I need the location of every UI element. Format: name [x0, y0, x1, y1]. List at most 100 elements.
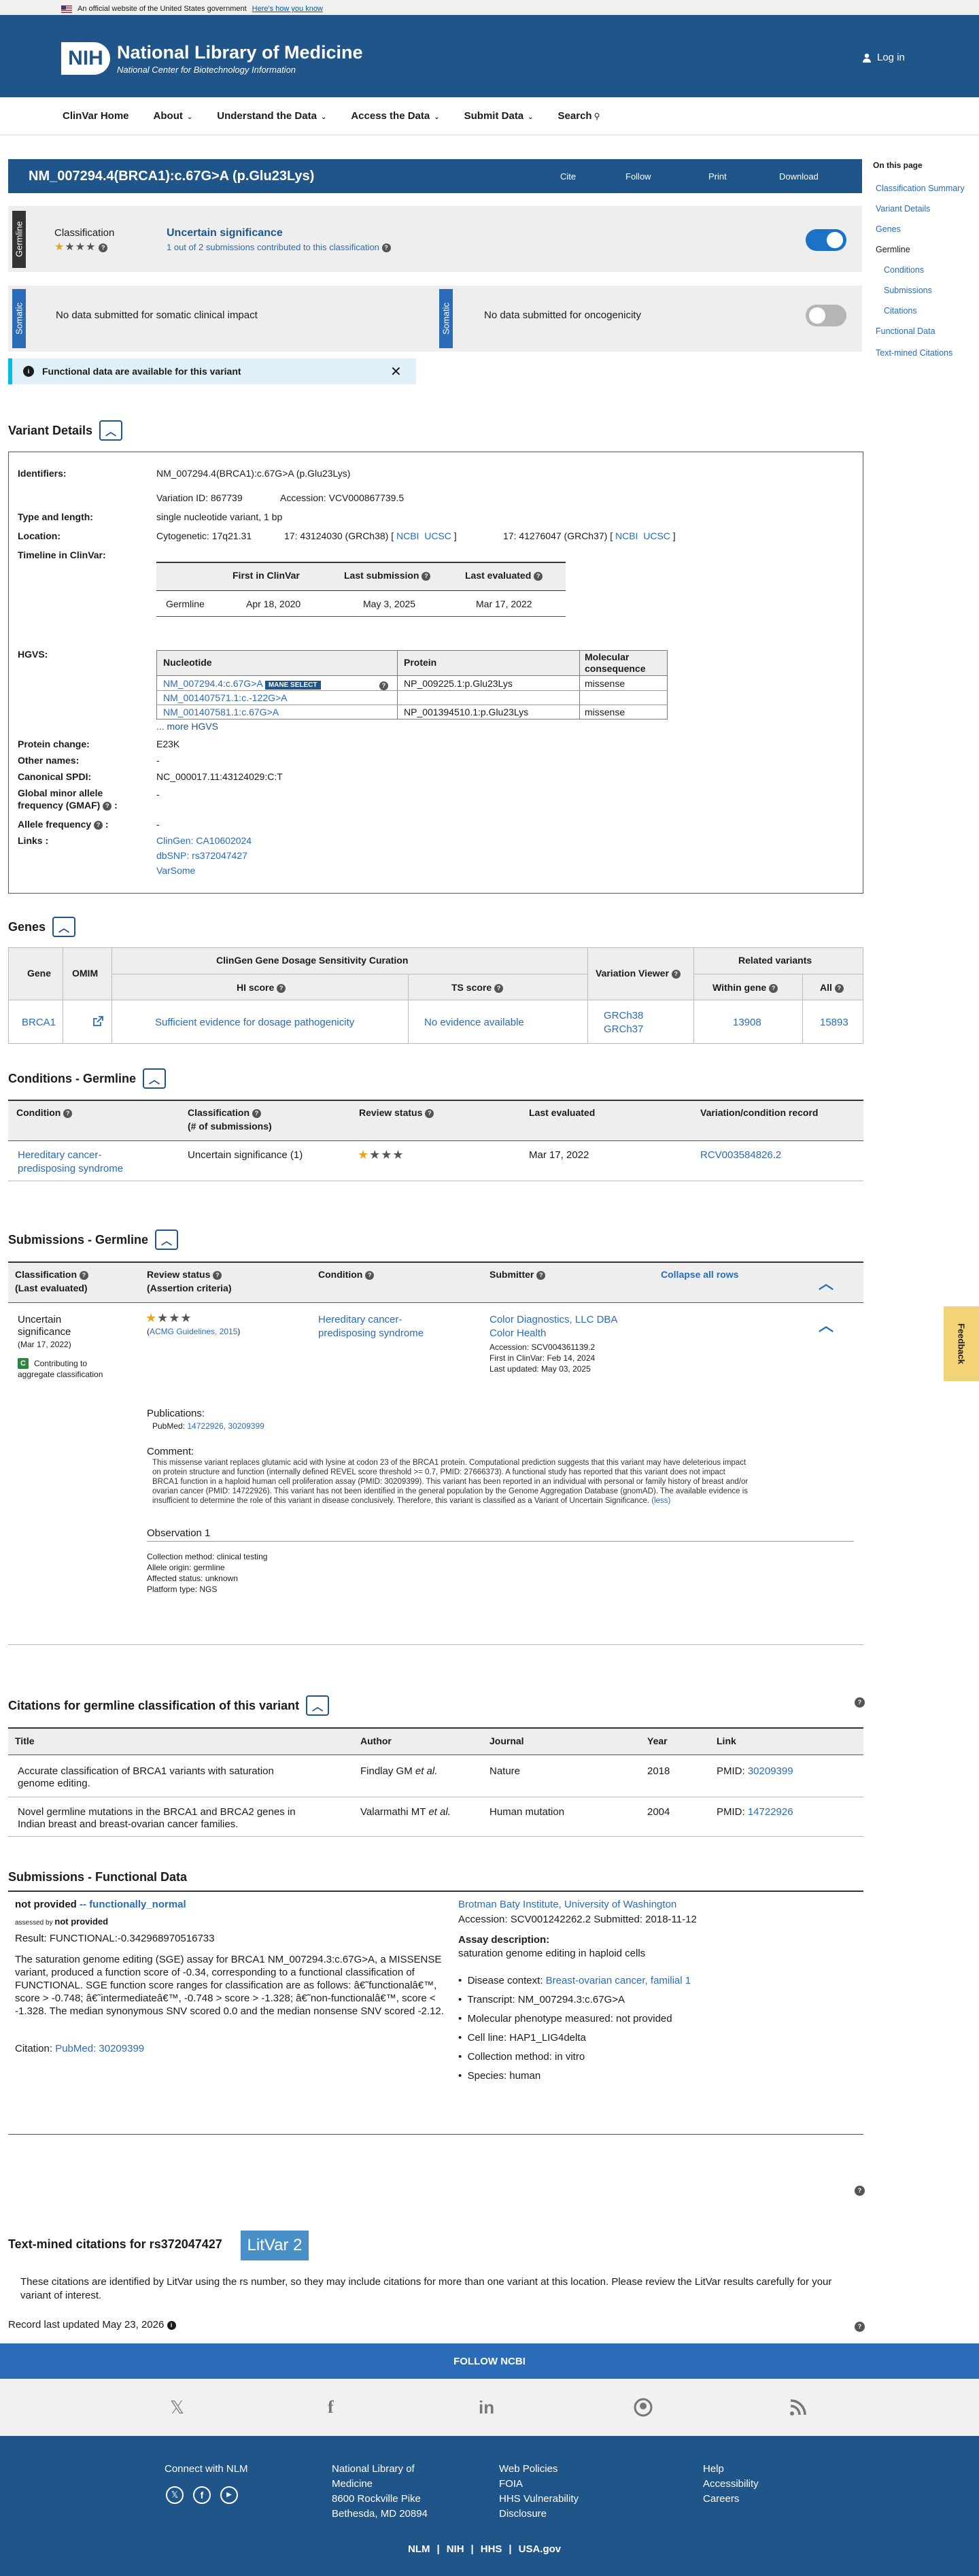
ncbi-link-38[interactable]: NCBI: [396, 530, 419, 541]
less-link[interactable]: (less): [651, 1497, 670, 1505]
condition-link-2[interactable]: predisposing syndrome: [18, 1163, 123, 1174]
careers-link[interactable]: Careers: [703, 2492, 759, 2507]
publications-label: Publications:: [147, 1408, 205, 1419]
functionally-normal-link[interactable]: functionally_normal: [89, 1899, 186, 1910]
hhs-vulnerability-link[interactable]: HHS Vulnerability: [499, 2492, 579, 2507]
help-link[interactable]: Help: [703, 2462, 759, 2477]
hi-score-link[interactable]: Sufficient evidence for dosage pathogeni…: [155, 1017, 354, 1028]
nav-understand[interactable]: Understand the Data ⌄: [217, 110, 326, 122]
feedback-button[interactable]: Feedback: [944, 1306, 979, 1381]
accessibility-link[interactable]: Accessibility: [703, 2477, 759, 2492]
download-button[interactable]: Download: [779, 171, 819, 182]
user-icon: [863, 53, 871, 63]
nav-access[interactable]: Access the Data ⌄: [351, 110, 439, 122]
ts-score-link[interactable]: No evidence available: [424, 1017, 524, 1028]
collapse-all-link[interactable]: Collapse all rows: [661, 1269, 738, 1280]
functional-pubmed-link[interactable]: PubMed: 30209399: [55, 2043, 144, 2054]
x-twitter-icon[interactable]: 𝕏: [170, 2397, 184, 2418]
nlm-link[interactable]: NLM: [408, 2542, 430, 2557]
ncbi-link-37[interactable]: NCBI: [615, 530, 638, 541]
nav-clinvar-home[interactable]: ClinVar Home: [63, 110, 129, 122]
condition-link[interactable]: Hereditary cancer-: [18, 1149, 101, 1161]
hhs-link[interactable]: HHS: [481, 2542, 502, 2557]
chevron-up-icon[interactable]: ︿: [819, 1272, 834, 1293]
web-policies-link[interactable]: Web Policies: [499, 2462, 579, 2477]
github-icon[interactable]: [634, 2398, 653, 2419]
help-icon[interactable]: ?: [855, 2320, 865, 2332]
all-variants-link[interactable]: 15893: [820, 1017, 848, 1028]
toc-submissions[interactable]: Submissions: [884, 286, 932, 295]
youtube-icon[interactable]: ▶: [220, 2486, 238, 2504]
toc-text-mined[interactable]: Text-mined Citations: [876, 348, 952, 358]
toc-classification-summary[interactable]: Classification Summary: [876, 184, 965, 193]
toc-conditions[interactable]: Conditions: [884, 265, 924, 275]
foia-link[interactable]: FOIA: [499, 2477, 579, 2492]
search-icon: ⚲: [594, 112, 600, 121]
cite-button[interactable]: Cite: [560, 171, 576, 182]
grch37-viewer-link[interactable]: GRCh37: [604, 1023, 643, 1035]
somatic-toggle[interactable]: [806, 305, 846, 326]
rss-icon[interactable]: [789, 2398, 808, 2419]
ucsc-link-37[interactable]: UCSC: [643, 530, 670, 541]
acmg-guidelines-link[interactable]: ACMG Guidelines, 2015: [150, 1327, 237, 1336]
collapse-caret-icon[interactable]: ︿: [155, 1230, 179, 1250]
nih-logo[interactable]: NIH: [61, 42, 110, 75]
grch38-viewer-link[interactable]: GRCh38: [604, 1010, 643, 1021]
pmid-link[interactable]: 14722926: [748, 1806, 793, 1818]
disease-link[interactable]: Breast-ovarian cancer, familial 1: [546, 1975, 691, 1986]
hgvs-nuc-link[interactable]: NM_007294.4:c.67G>A: [163, 678, 262, 689]
sub-condition-link[interactable]: Hereditary cancer-: [318, 1314, 402, 1325]
pubmed-links[interactable]: 14722926, 30209399: [187, 1421, 264, 1431]
submitter-link-2[interactable]: Color Health: [490, 1327, 546, 1339]
facebook-icon[interactable]: f: [193, 2486, 211, 2504]
usagov-link[interactable]: USA.gov: [519, 2542, 562, 2557]
hgvs-nuc-link[interactable]: NM_001407581.1:c.67G>A: [163, 707, 279, 717]
toc-variant-details[interactable]: Variant Details: [876, 204, 930, 214]
toc-functional-data[interactable]: Functional Data: [876, 326, 935, 336]
external-link-icon[interactable]: [92, 1016, 103, 1029]
help-icon[interactable]: ?: [855, 2184, 865, 2196]
litvar-logo[interactable]: LitVar 2: [241, 2231, 309, 2260]
varsome-link[interactable]: VarSome: [156, 865, 195, 876]
toc-germline[interactable]: Germline: [876, 245, 910, 254]
hgvs-nuc-link[interactable]: NM_001407571.1:c.-122G>A: [163, 692, 288, 703]
ucsc-link-38[interactable]: UCSC: [424, 530, 451, 541]
dbsnp-link[interactable]: dbSNP: rs372047427: [156, 850, 247, 861]
sub-condition-link-2[interactable]: predisposing syndrome: [318, 1327, 424, 1339]
clingen-link[interactable]: ClinGen: CA10602024: [156, 835, 252, 846]
within-gene-link[interactable]: 13908: [733, 1017, 761, 1028]
nih-link[interactable]: NIH: [447, 2542, 464, 2557]
record-updated: Record last updated May 23, 2026 i: [8, 2319, 176, 2331]
gmaf-value: -: [156, 789, 160, 800]
collapse-caret-icon[interactable]: ︿: [99, 420, 123, 441]
toc-genes[interactable]: Genes: [876, 224, 901, 234]
pmid-link[interactable]: 30209399: [748, 1765, 793, 1777]
nav-search[interactable]: Search ⚲: [558, 110, 600, 122]
print-button[interactable]: Print: [708, 171, 727, 182]
follow-button[interactable]: Follow: [625, 171, 651, 182]
collapse-caret-icon[interactable]: ︿: [306, 1695, 330, 1716]
chevron-up-icon[interactable]: ︿: [819, 1314, 834, 1336]
close-icon[interactable]: ✕: [390, 363, 402, 380]
collapse-caret-icon[interactable]: ︿: [143, 1068, 167, 1089]
submissions-count-link[interactable]: 1 out of 2: [167, 242, 203, 252]
heres-how-link[interactable]: Here's how you know: [252, 5, 323, 13]
x-twitter-icon[interactable]: 𝕏: [166, 2486, 184, 2504]
linkedin-icon[interactable]: in: [479, 2397, 494, 2418]
submitter-link[interactable]: Color Diagnostics, LLC DBA: [490, 1314, 617, 1325]
gene-brca1-link[interactable]: BRCA1: [22, 1017, 56, 1028]
nav-about[interactable]: About ⌄: [154, 110, 193, 122]
classification-value[interactable]: Uncertain significance: [167, 227, 283, 239]
germline-toggle[interactable]: [806, 229, 846, 251]
functional-submitter-link[interactable]: Brotman Baty Institute, University of Wa…: [458, 1899, 676, 1910]
facebook-icon[interactable]: f: [328, 2397, 334, 2418]
rcv-link[interactable]: RCV003584826.2: [700, 1149, 781, 1161]
submissions-summary: 1 out of 2 submissions contributed to th…: [167, 242, 391, 253]
more-hgvs-link[interactable]: ... more HGVS: [156, 721, 218, 732]
collapse-caret-icon[interactable]: ︿: [52, 917, 76, 937]
nav-submit[interactable]: Submit Data ⌄: [464, 110, 534, 122]
help-icon[interactable]: ?: [855, 1696, 865, 1708]
toc-citations[interactable]: Citations: [884, 306, 917, 316]
login-button[interactable]: Log in: [862, 52, 905, 63]
site-title[interactable]: National Library of Medicine: [117, 42, 363, 63]
